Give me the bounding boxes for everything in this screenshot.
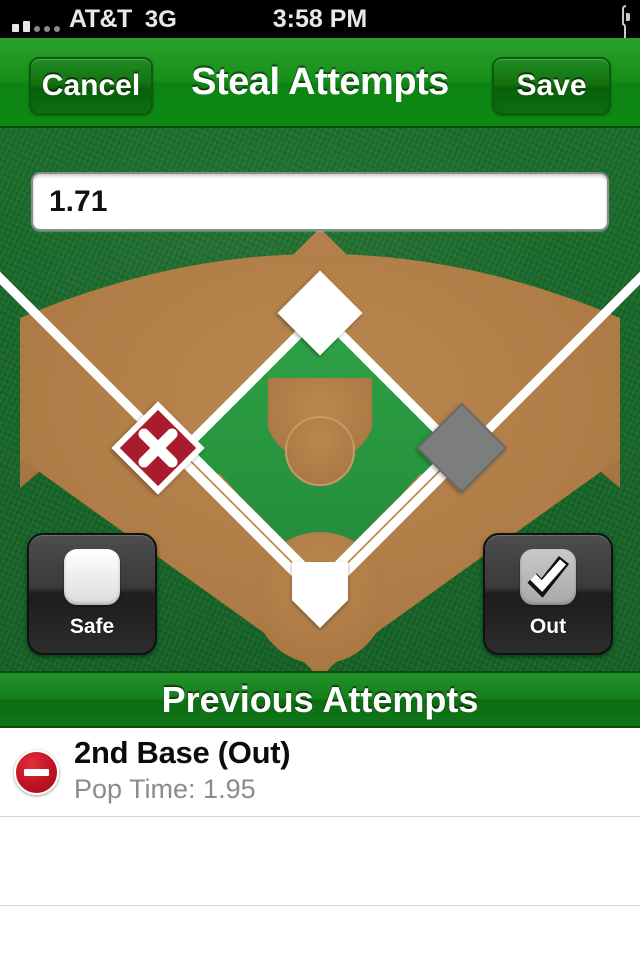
safe-button[interactable]: Safe: [27, 533, 157, 655]
safe-button-label: Safe: [69, 615, 115, 638]
checkmark-icon: [520, 549, 576, 605]
pop-time-input[interactable]: [31, 172, 609, 231]
list-item-title: 2nd Base (Out): [74, 735, 291, 771]
page-title: Steal Attempts: [191, 60, 449, 103]
navigation-bar: Cancel Steal Attempts Save: [0, 38, 640, 128]
pop-time-field-wrapper: [31, 172, 609, 231]
out-button-label: Out: [529, 615, 567, 638]
previous-attempts-list: 2nd Base (Out) Pop Time: 1.95: [0, 728, 640, 960]
list-item[interactable]: 2nd Base (Out) Pop Time: 1.95: [0, 728, 640, 817]
clock-label: 3:58 PM: [272, 4, 368, 33]
pitchers-mound: [285, 416, 355, 486]
out-button[interactable]: Out: [483, 533, 613, 655]
save-button[interactable]: Save: [492, 57, 611, 115]
list-item-empty: [0, 817, 640, 906]
status-bar: AT&T 3G 3:58 PM: [0, 0, 640, 48]
delete-minus-icon[interactable]: [14, 749, 59, 795]
cancel-button[interactable]: Cancel: [29, 57, 153, 115]
previous-attempts-header-label: Previous Attempts: [161, 678, 479, 720]
list-item-text: 2nd Base (Out) Pop Time: 1.95: [74, 735, 291, 806]
empty-checkbox-icon: [64, 549, 120, 605]
previous-attempts-header: Previous Attempts: [0, 671, 640, 728]
list-item-subtitle: Pop Time: 1.95: [74, 773, 256, 804]
baseball-field: Safe Out: [0, 128, 640, 671]
app-screen: AT&T 3G 3:58 PM Cancel Steal Attempts Sa…: [0, 0, 640, 960]
list-item-empty: [0, 906, 640, 960]
